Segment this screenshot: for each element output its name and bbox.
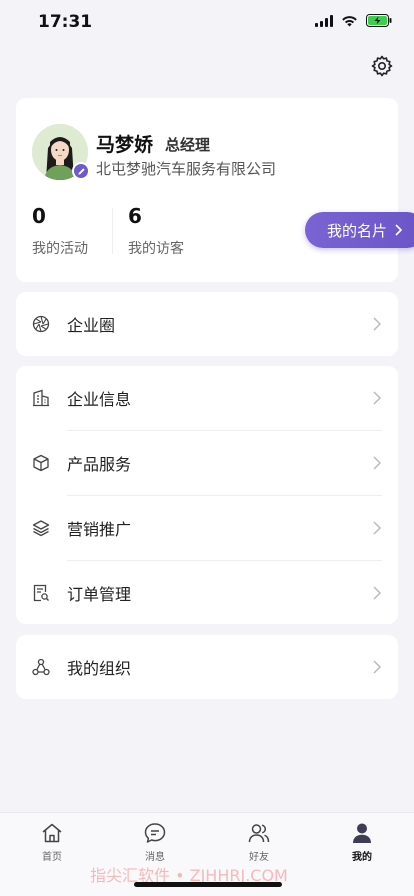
home-icon: [42, 823, 62, 843]
friends-icon: [248, 824, 270, 843]
tab-label: 我的: [352, 852, 372, 863]
stat-activities-label: 我的活动: [32, 241, 88, 257]
menu-item-label: 产品服务: [67, 455, 132, 474]
chevron-right-icon: [373, 391, 382, 405]
chat-icon: [144, 823, 166, 843]
menu-group-circle: 企业圈: [16, 292, 398, 356]
profile-company: 北屯梦驰汽车服务有限公司: [96, 160, 277, 178]
tab-friends[interactable]: 好友: [229, 821, 289, 863]
tab-me[interactable]: 我的: [332, 821, 392, 863]
home-indicator: [134, 882, 282, 887]
cube-icon: [33, 454, 49, 472]
layers-icon: [32, 520, 50, 537]
stat-activities[interactable]: 0 我的活动: [32, 204, 88, 258]
cellular-signal-icon: [315, 14, 333, 27]
aperture-icon: [32, 315, 50, 333]
status-icons: [315, 14, 392, 27]
menu-item-label: 我的组织: [67, 659, 132, 678]
menu-item-label: 企业圈: [67, 316, 116, 335]
menu-item-label: 订单管理: [67, 585, 132, 604]
wifi-icon: [342, 15, 357, 26]
menu-item-label: 营销推广: [67, 520, 132, 539]
status-time: 17:31: [38, 12, 93, 32]
stat-visitors-label: 我的访客: [128, 241, 184, 257]
stat-activities-value: 0: [32, 204, 46, 228]
menu-item-enterprise-circle[interactable]: 企业圈: [16, 292, 398, 356]
profile-card: 马梦娇 总经理 北屯梦驰汽车服务有限公司 0 我的活动 6 我的访客: [16, 98, 398, 282]
chevron-right-icon: [373, 521, 382, 535]
my-namecard-button[interactable]: 我的名片: [305, 212, 414, 248]
tab-label: 消息: [145, 852, 165, 863]
tab-label: 好友: [249, 852, 269, 863]
org-nodes-icon: [32, 658, 50, 676]
building-icon: [33, 389, 49, 407]
profile-job-title: 总经理: [165, 136, 211, 154]
battery-charging-icon: [366, 14, 392, 27]
status-bar: 17:31: [0, 0, 414, 44]
chevron-right-icon: [373, 456, 382, 470]
stat-divider: [112, 208, 113, 254]
menu-group-organization: 我的组织: [16, 635, 398, 699]
my-namecard-label: 我的名片: [327, 221, 388, 240]
chevron-right-icon: [395, 224, 403, 236]
stat-visitors[interactable]: 6 我的访客: [128, 204, 184, 258]
tab-label: 首页: [42, 852, 62, 863]
menu-group-business: 企业信息 产品服务 营销推广 订单管理: [16, 366, 398, 624]
menu-item-my-organization[interactable]: 我的组织: [16, 635, 398, 699]
gear-icon[interactable]: [370, 54, 394, 78]
menu-item-enterprise-info[interactable]: 企业信息: [16, 366, 398, 430]
menu-item-label: 企业信息: [67, 390, 132, 409]
chevron-right-icon: [373, 317, 382, 331]
tab-messages[interactable]: 消息: [125, 821, 185, 863]
person-icon: [353, 823, 371, 843]
edit-avatar-icon[interactable]: [72, 162, 90, 180]
chevron-right-icon: [373, 660, 382, 674]
menu-item-products[interactable]: 产品服务: [16, 431, 398, 495]
menu-item-marketing[interactable]: 营销推广: [16, 496, 398, 560]
tab-home[interactable]: 首页: [22, 821, 82, 863]
profile-name: 马梦娇: [96, 134, 154, 156]
chevron-right-icon: [373, 586, 382, 600]
order-search-icon: [33, 584, 49, 602]
stat-visitors-value: 6: [128, 204, 142, 228]
menu-item-orders[interactable]: 订单管理: [16, 561, 398, 625]
